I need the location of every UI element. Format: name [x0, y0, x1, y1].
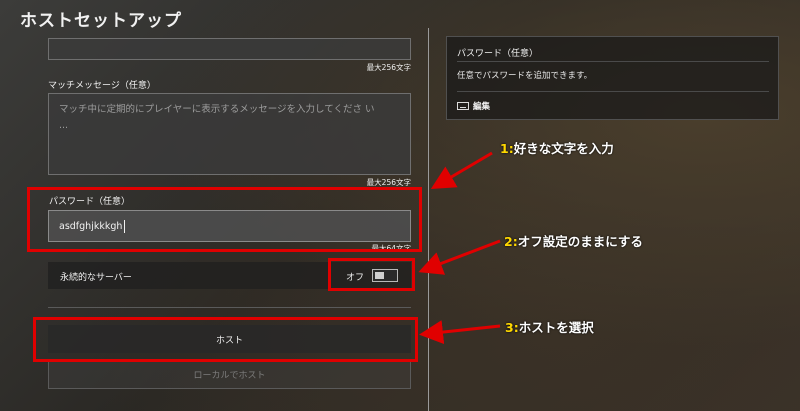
annotation-1-text: 好きな文字を入力 — [513, 141, 614, 156]
edit-label: 編集 — [473, 102, 491, 112]
top-text-field[interactable] — [48, 38, 411, 60]
top-field-char-limit: 最大256文字 — [366, 63, 411, 72]
password-highlight-box — [27, 187, 422, 252]
info-panel-description: 任意でパスワードを追加できます。 — [457, 71, 593, 81]
match-message-label: マッチメッセージ（任意） — [48, 81, 156, 91]
info-panel-divider — [457, 91, 769, 92]
annotation-3-text: ホストを選択 — [518, 320, 594, 335]
host-highlight-box — [33, 317, 418, 362]
info-panel: パスワード（任意） 任意でパスワードを追加できます。 編集 — [446, 36, 779, 120]
annotation-2-text: オフ設定のままにする — [517, 234, 643, 249]
persistent-server-label: 永続的なサーバー — [60, 273, 132, 283]
info-panel-title: パスワード（任意） — [457, 49, 539, 59]
page-title: ホストセットアップ — [20, 11, 182, 31]
annotation-3-number: 3: — [505, 320, 519, 335]
annotation-2: 2:オフ設定のままにする — [504, 231, 643, 250]
match-message-placeholder: マッチ中に定期的にプレイヤーに表示するメッセージを入力してくださ い — [59, 104, 375, 115]
edit-action[interactable]: 編集 — [457, 100, 490, 112]
annotation-1: 1:好きな文字を入力 — [500, 138, 614, 157]
match-message-input[interactable]: マッチ中に定期的にプレイヤーに表示するメッセージを入力してくださ い ... — [48, 93, 411, 175]
local-host-button-label: ローカルでホスト — [193, 371, 266, 381]
annotation-3: 3:ホストを選択 — [505, 317, 594, 336]
arrow-3 — [419, 320, 501, 345]
arrow-2 — [418, 239, 501, 275]
annotation-2-number: 2: — [504, 234, 518, 249]
match-message-placeholder-ellipsis: ... — [59, 120, 69, 131]
toggle-highlight-box — [328, 258, 415, 291]
info-panel-title-divider — [457, 61, 769, 62]
local-host-button[interactable]: ローカルでホスト — [48, 360, 411, 389]
annotation-1-number: 1: — [500, 141, 514, 156]
arrow-1 — [430, 151, 493, 190]
section-divider — [48, 307, 411, 308]
panel-divider — [428, 28, 429, 411]
keyboard-icon — [457, 102, 469, 110]
